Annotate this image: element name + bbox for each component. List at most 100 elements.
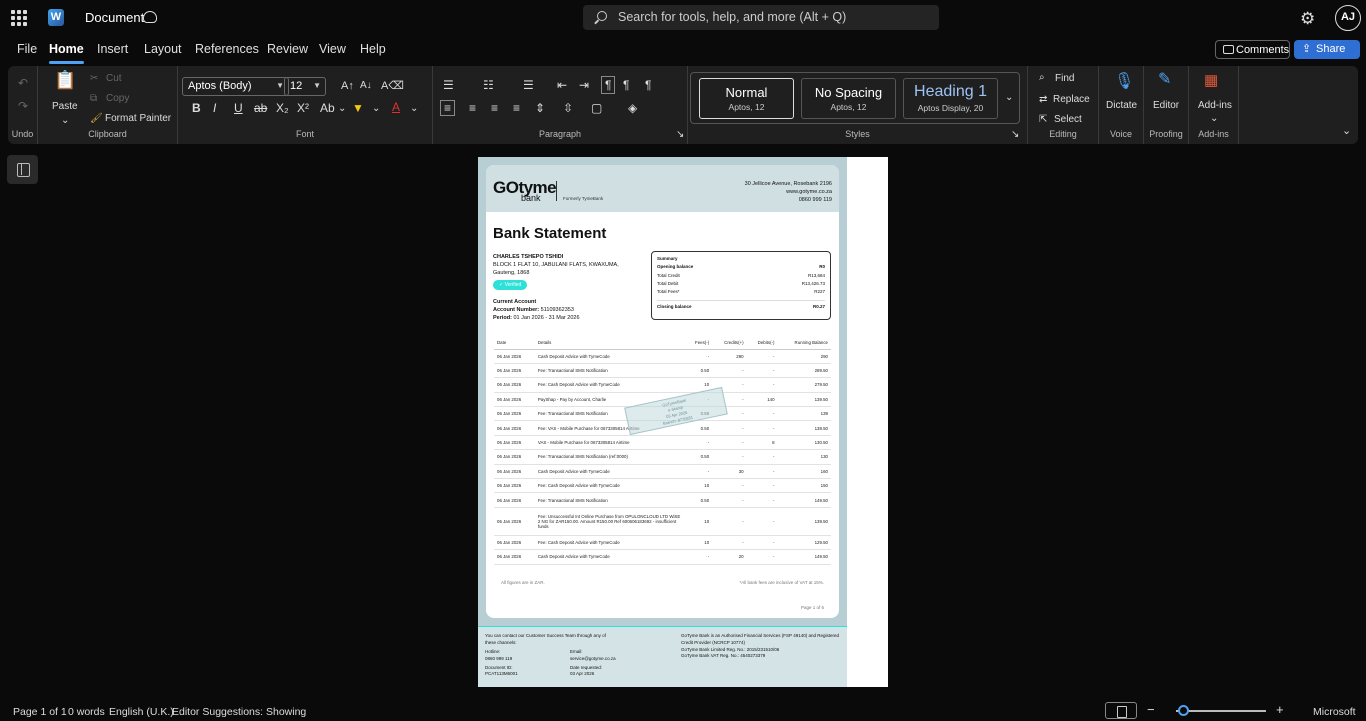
zoom-slider-track[interactable] (1176, 710, 1266, 712)
zoom-in-icon[interactable]: + (1276, 702, 1284, 717)
ltr-icon[interactable]: ¶ (601, 76, 616, 94)
word-count[interactable]: 0 words (68, 706, 105, 718)
strikethrough-icon[interactable]: ab (254, 101, 267, 115)
superscript-icon[interactable]: X² (297, 101, 309, 115)
paste-dropdown-icon[interactable]: ⌄ (61, 114, 69, 128)
format-painter-button[interactable]: Format Painter (105, 112, 171, 126)
shrink-font-icon[interactable]: A↓ (360, 79, 372, 93)
subscript-icon[interactable]: X₂ (276, 101, 289, 115)
styles-more-icon[interactable]: ⌄ (1005, 91, 1013, 105)
font-color-icon[interactable]: A (392, 100, 400, 114)
ribbon-collapse-icon[interactable]: ⌄ (1342, 124, 1351, 138)
borders-icon[interactable]: ▢ (591, 101, 602, 115)
font-name-select[interactable]: Aptos (Body) ▼ (182, 77, 289, 96)
statement-header: GOtyme bank Formerly TymeBank 30 Jellico… (486, 165, 839, 212)
cloud-saved-icon[interactable] (143, 11, 157, 23)
clear-formatting-icon[interactable]: A⌫ (381, 79, 404, 93)
text-effects-dropdown-icon[interactable]: ⌄ (338, 102, 346, 116)
dictate-button[interactable]: Dictate (1106, 99, 1137, 113)
copy-button[interactable]: Copy (106, 92, 129, 106)
zoom-slider-thumb[interactable] (1178, 705, 1189, 716)
cut-button[interactable]: Cut (106, 72, 122, 86)
period-label: Period: (493, 315, 512, 321)
table-row: 06 Jan 2026 Fee: Transactional SMS Notifi… (494, 449, 831, 465)
align-center-icon[interactable]: ≡ (469, 101, 476, 115)
document-page[interactable]: GOtyme bank Formerly TymeBank 30 Jellico… (478, 157, 888, 687)
date-value: 03 Apr 2026 (570, 671, 595, 677)
user-avatar[interactable]: AJ (1335, 5, 1361, 31)
decrease-indent-icon[interactable]: ⇤ (557, 78, 567, 92)
summary-value: R13,684 (807, 272, 825, 278)
tab-view[interactable]: View (319, 42, 346, 56)
increase-indent-icon[interactable]: ⇥ (579, 78, 589, 92)
search-placeholder: Search for tools, help, and more (Alt + … (618, 10, 847, 24)
tab-references[interactable]: References (195, 42, 259, 56)
style-normal[interactable]: Normal Aptos, 12 (699, 78, 794, 119)
tab-home[interactable]: Home (49, 42, 84, 64)
editor-suggestions[interactable]: Editor Suggestions: Showing (172, 706, 306, 718)
chevron-down-icon: ▼ (276, 81, 284, 90)
font-size-select[interactable]: 12 ▼ (284, 77, 326, 96)
select-button[interactable]: Select (1054, 113, 1082, 127)
multilevel-list-icon[interactable]: ☰ (523, 78, 534, 92)
text-effects-icon[interactable]: Ab (320, 101, 335, 115)
table-cell: - (684, 349, 713, 364)
tab-file[interactable]: File (17, 42, 37, 56)
underline-icon[interactable]: U (234, 101, 243, 115)
paragraph-group: ☰ ☷ ☰ ⇤ ⇥ ¶ ¶ ¶ ≡ ≡ ≡ ≡ ⇕ ⇳ ▢ ◈ ↘ Paragr… (433, 66, 688, 144)
style-no-spacing[interactable]: No Spacing Aptos, 12 (801, 78, 896, 119)
justify-icon[interactable]: ≡ (513, 101, 520, 115)
paragraph-spacing-icon[interactable]: ⇳ (563, 101, 573, 115)
addins-button[interactable]: Add-ins (1198, 99, 1232, 113)
app-launcher-icon[interactable] (11, 10, 27, 26)
print-view-button[interactable] (1105, 702, 1137, 719)
show-formatting-icon[interactable]: ¶ (645, 78, 651, 92)
document-title[interactable]: Document (85, 10, 144, 25)
table-cell: 139 (777, 406, 831, 422)
undo-icon[interactable]: ↶ (18, 76, 28, 90)
replace-button[interactable]: Replace (1053, 93, 1090, 107)
summary-value: R227 (814, 289, 825, 295)
table-cell: 289.50 (777, 363, 831, 379)
tab-review[interactable]: Review (267, 42, 308, 56)
shading-icon[interactable]: ◈ (628, 101, 637, 115)
table-cell: 0.50 (684, 492, 713, 508)
bold-icon[interactable]: B (192, 101, 201, 115)
table-cell: - (684, 464, 713, 480)
line-spacing-icon[interactable]: ⇕ (535, 101, 545, 115)
styles-launcher-icon[interactable]: ↘ (1011, 128, 1019, 142)
find-button[interactable]: Find (1055, 72, 1074, 86)
chevron-down-icon: ▼ (313, 81, 321, 90)
table-cell: Cash Deposit Advice with TymeCode (534, 549, 685, 565)
tab-help[interactable]: Help (360, 42, 386, 56)
account-type: Current Account (493, 299, 537, 305)
addins-dropdown-icon[interactable]: ⌄ (1210, 112, 1218, 126)
rtl-icon[interactable]: ¶ (623, 78, 629, 92)
summary-row: Total Fees* R227 (657, 289, 825, 297)
highlight-dropdown-icon[interactable]: ⌄ (372, 102, 380, 116)
align-right-icon[interactable]: ≡ (491, 101, 498, 115)
editor-button[interactable]: Editor (1153, 99, 1179, 113)
tab-insert[interactable]: Insert (97, 42, 128, 56)
font-color-dropdown-icon[interactable]: ⌄ (410, 102, 418, 116)
share-button[interactable]: Share (1294, 40, 1360, 59)
table-cell: 06 Jan 2026 (494, 349, 535, 364)
search-box[interactable]: Search for tools, help, and more (Alt + … (583, 5, 939, 30)
bullets-icon[interactable]: ☰ (443, 78, 454, 92)
page-count[interactable]: Page 1 of 1 (13, 706, 67, 718)
align-left-icon[interactable]: ≡ (440, 100, 456, 116)
style-heading-1[interactable]: Heading 1 Aptos Display, 20 (903, 78, 998, 119)
navigation-pane-button[interactable] (7, 155, 38, 184)
settings-gear-icon[interactable]: ⚙ (1300, 9, 1315, 29)
tab-layout[interactable]: Layout (144, 42, 182, 56)
highlight-icon[interactable]: ▼ (352, 101, 364, 115)
language[interactable]: English (U.K.) (109, 706, 174, 718)
comments-button[interactable]: Comments (1215, 40, 1290, 59)
italic-icon[interactable]: I (213, 101, 216, 115)
paste-button[interactable]: Paste (52, 100, 78, 114)
grow-font-icon[interactable]: A↑ (341, 79, 354, 93)
numbering-icon[interactable]: ☷ (483, 78, 494, 92)
redo-icon[interactable]: ↷ (18, 99, 28, 113)
clipboard-group: 📋 Paste ⌄ ✂ Cut ⧉ Copy 🖌 Format Painter … (38, 66, 178, 144)
zoom-out-icon[interactable]: − (1147, 702, 1155, 717)
